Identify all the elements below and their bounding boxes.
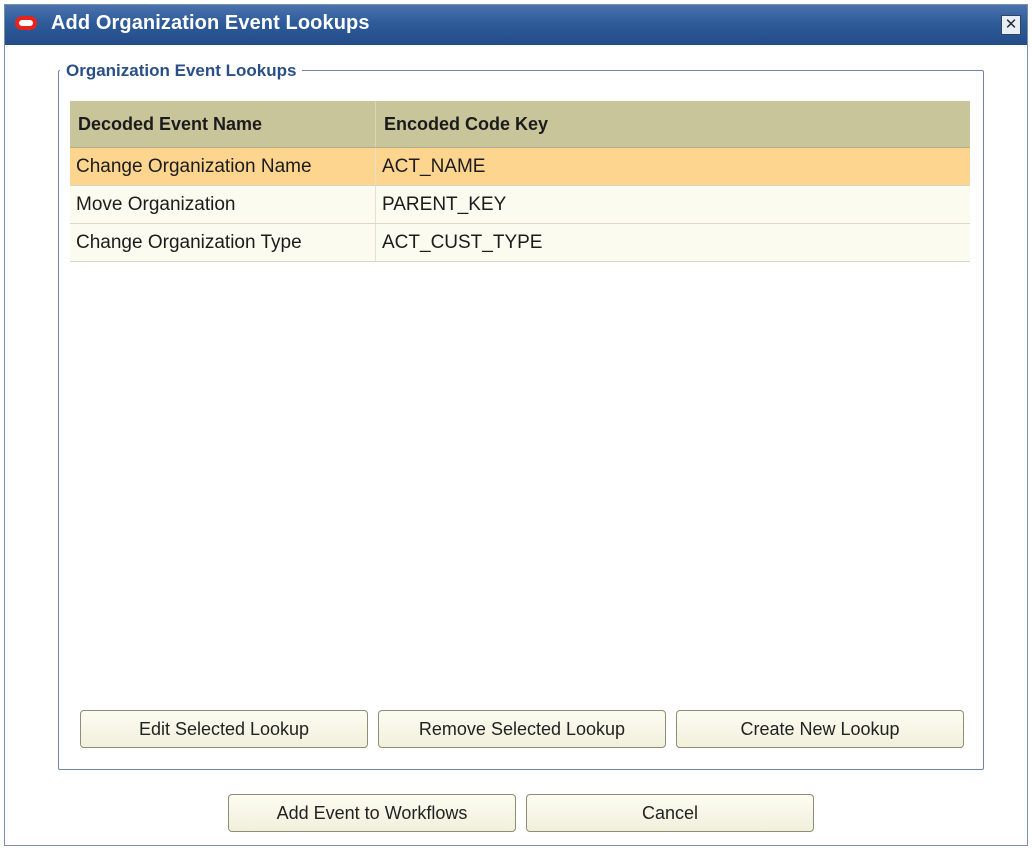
dialog-title: Add Organization Event Lookups <box>51 12 370 34</box>
cell-encoded-code-key: ACT_CUST_TYPE <box>382 232 543 253</box>
column-header-decoded-event-name[interactable]: Decoded Event Name <box>70 101 376 147</box>
cell-decoded-event-name: Move Organization <box>70 186 376 223</box>
table-row[interactable]: Change Organization Type ACT_CUST_TYPE <box>70 224 970 262</box>
title-bar[interactable]: Add Organization Event Lookups ✕ <box>5 5 1027 45</box>
cell-decoded-event-name: Change Organization Name <box>70 148 376 185</box>
column-header-encoded-code-key[interactable]: Encoded Code Key <box>376 101 970 147</box>
cell-encoded-code-key: ACT_NAME <box>382 156 486 177</box>
group-legend: Organization Event Lookups <box>60 61 303 81</box>
cell-decoded-event-name: Change Organization Type <box>70 224 376 261</box>
table-header: Decoded Event Name Encoded Code Key <box>70 101 970 148</box>
add-event-to-workflows-button[interactable]: Add Event to Workflows <box>228 794 516 832</box>
cancel-button[interactable]: Cancel <box>526 794 814 832</box>
oracle-logo-icon <box>15 16 37 30</box>
close-icon[interactable]: ✕ <box>1001 15 1021 35</box>
edit-selected-lookup-button[interactable]: Edit Selected Lookup <box>80 710 368 748</box>
remove-selected-lookup-button[interactable]: Remove Selected Lookup <box>378 710 666 748</box>
cell-encoded-code-key: PARENT_KEY <box>382 194 507 215</box>
table-row[interactable]: Move Organization PARENT_KEY <box>70 186 970 224</box>
table-row[interactable]: Change Organization Name ACT_NAME <box>70 148 970 186</box>
lookups-table: Decoded Event Name Encoded Code Key Chan… <box>70 101 970 262</box>
create-new-lookup-button[interactable]: Create New Lookup <box>676 710 964 748</box>
